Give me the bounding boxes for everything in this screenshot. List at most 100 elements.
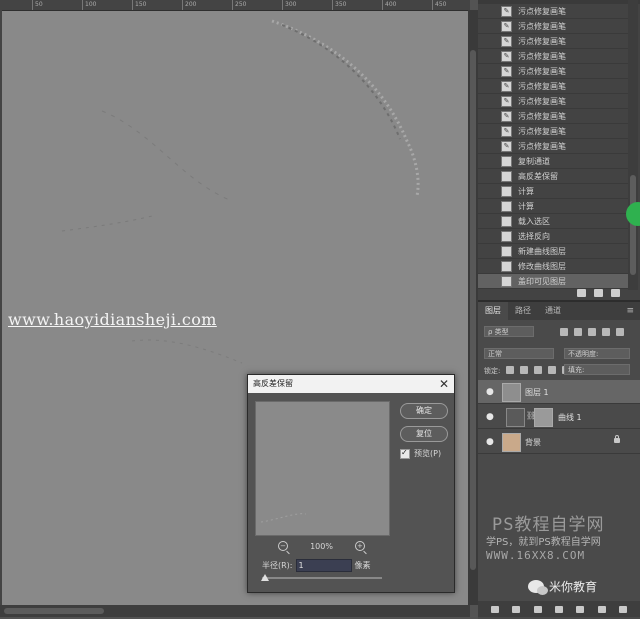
new-layer-icon[interactable] xyxy=(597,605,606,613)
lock-brush-icon[interactable] xyxy=(520,366,528,374)
history-item[interactable]: 载入选区 xyxy=(478,214,628,228)
tab-channels[interactable]: 通道 xyxy=(538,302,568,320)
scroll-thumb[interactable] xyxy=(4,608,104,614)
portrait-thumbnail xyxy=(502,433,521,452)
type-filter-icon[interactable] xyxy=(588,328,596,336)
tab-layers[interactable]: 图层 xyxy=(478,302,508,320)
shape-filter-icon[interactable] xyxy=(602,328,610,336)
ruler-tick: 50 xyxy=(32,0,43,10)
reset-button[interactable]: 复位 xyxy=(400,426,448,442)
dialog-title: 高反差保留 xyxy=(253,379,293,388)
layer-mask-thumbnail[interactable] xyxy=(534,408,553,427)
filter-icons xyxy=(560,328,624,336)
horizontal-ruler: 50 100 150 200 250 300 350 400 450 xyxy=(0,0,470,11)
tab-paths[interactable]: 路径 xyxy=(508,302,538,320)
history-item-label: 高反差保留 xyxy=(518,171,558,181)
document-icon xyxy=(501,230,512,242)
history-item[interactable]: ✎ 污点修复画笔 xyxy=(478,4,628,18)
smart-filter-icon[interactable] xyxy=(616,328,624,336)
history-scrollbar[interactable] xyxy=(628,0,638,290)
curves-adjustment-icon xyxy=(506,408,525,427)
history-item[interactable]: 计算 xyxy=(478,199,628,213)
eye-icon[interactable]: ● xyxy=(486,437,494,447)
preview-checkbox[interactable] xyxy=(400,448,410,459)
layer-row[interactable]: ● 图层 1 xyxy=(478,380,640,404)
zoom-controls: − 100% + xyxy=(255,541,388,551)
history-item[interactable]: 选择反向 xyxy=(478,229,628,243)
trash-icon[interactable] xyxy=(619,605,628,613)
add-mask-icon[interactable] xyxy=(533,605,542,613)
adjustment-layer-icon[interactable] xyxy=(554,605,563,613)
layer-row[interactable]: ● ⛓ 曲线 1 xyxy=(478,405,640,429)
history-item[interactable]: 高反差保留 xyxy=(478,169,628,183)
pixel-filter-icon[interactable] xyxy=(560,328,568,336)
vertical-scrollbar[interactable] xyxy=(468,10,478,605)
history-item[interactable]: 复制通道 xyxy=(478,154,628,168)
layer-row[interactable]: ● 背景 xyxy=(478,430,640,454)
preview-checkbox-row[interactable]: 预览(P) xyxy=(400,448,441,459)
brush-icon: ✎ xyxy=(501,65,512,77)
filter-preview[interactable] xyxy=(255,401,390,536)
history-item-label: 计算 xyxy=(518,201,534,211)
panel-menu-icon[interactable]: ≡ xyxy=(626,302,634,320)
radius-unit: 像素 xyxy=(354,561,371,570)
blend-mode-select[interactable]: 正常 xyxy=(484,348,554,359)
fill-field[interactable]: 填充: xyxy=(564,364,630,375)
history-footer xyxy=(478,285,628,300)
opacity-field[interactable]: 不透明度: xyxy=(564,348,630,359)
history-item[interactable]: ✎ 污点修复画笔 xyxy=(478,79,628,93)
history-item[interactable]: ✎ 污点修复画笔 xyxy=(478,19,628,33)
link-layers-icon[interactable] xyxy=(490,605,499,613)
history-item[interactable]: ✎ 污点修复画笔 xyxy=(478,139,628,153)
layer-name: 背景 xyxy=(525,438,541,447)
lock-artboard-icon[interactable] xyxy=(548,366,556,374)
scroll-thumb[interactable] xyxy=(470,50,476,570)
adjustment-filter-icon[interactable] xyxy=(574,328,582,336)
radius-input[interactable] xyxy=(295,559,352,572)
history-item[interactable]: ✎ 污点修复画笔 xyxy=(478,64,628,78)
watermark-slogan: 学PS，就到PS教程自学网 xyxy=(486,537,601,548)
preview-image xyxy=(260,513,307,523)
history-panel: ✎ 污点修复画笔 ✎ 污点修复画笔 ✎ 污点修复画笔 ✎ 污点修复画笔 ✎ 污点修复画笔 ✎ 污点修复… xyxy=(478,0,640,300)
history-item-label: 污点修复画笔 xyxy=(518,66,566,76)
high-pass-dialog: 高反差保留 ✕ 确定 复位 预览(P) − 100% + 半径(R): 像素 xyxy=(247,374,455,593)
lock-label: 锁定: xyxy=(484,367,501,375)
history-item-label: 污点修复画笔 xyxy=(518,141,566,151)
history-item[interactable]: 计算 xyxy=(478,184,628,198)
history-item[interactable]: ✎ 污点修复画笔 xyxy=(478,49,628,63)
brush-icon: ✎ xyxy=(501,5,512,17)
history-item-label: 污点修复画笔 xyxy=(518,6,566,16)
history-item-label: 复制通道 xyxy=(518,156,550,166)
dialog-titlebar[interactable]: 高反差保留 ✕ xyxy=(248,375,454,393)
ok-button[interactable]: 确定 xyxy=(400,403,448,419)
layer-name: 曲线 1 xyxy=(558,413,582,422)
horizontal-scrollbar[interactable] xyxy=(0,605,470,617)
history-item[interactable]: ✎ 污点修复画笔 xyxy=(478,34,628,48)
history-item[interactable]: 修改曲线图层 xyxy=(478,259,628,273)
slider-knob[interactable] xyxy=(261,574,269,581)
history-item-label: 污点修复画笔 xyxy=(518,36,566,46)
document-icon xyxy=(501,170,512,182)
history-item[interactable]: ✎ 污点修复画笔 xyxy=(478,124,628,138)
history-item-label: 新建曲线图层 xyxy=(518,246,566,256)
lock-pixels-icon[interactable] xyxy=(506,366,514,374)
lock-move-icon[interactable] xyxy=(534,366,542,374)
ruler-tick: 200 xyxy=(182,0,196,10)
radius-slider[interactable] xyxy=(261,574,382,581)
history-item[interactable]: 新建曲线图层 xyxy=(478,244,628,258)
close-icon[interactable]: ✕ xyxy=(439,375,449,393)
trash-icon[interactable] xyxy=(611,288,620,297)
eye-icon[interactable]: ● xyxy=(486,387,494,397)
history-item[interactable]: ✎ 污点修复画笔 xyxy=(478,94,628,108)
history-item[interactable]: ✎ 污点修复画笔 xyxy=(478,109,628,123)
ruler-tick: 350 xyxy=(332,0,346,10)
camera-icon[interactable] xyxy=(594,288,603,297)
fx-icon[interactable] xyxy=(512,605,521,613)
group-icon[interactable] xyxy=(576,605,585,613)
document-icon xyxy=(501,185,512,197)
zoom-out-icon[interactable]: − xyxy=(278,541,289,551)
eye-icon[interactable]: ● xyxy=(486,412,494,422)
zoom-in-icon[interactable]: + xyxy=(354,541,365,551)
layer-filter-input[interactable]: ρ 类型 xyxy=(484,326,534,337)
new-document-from-state-icon[interactable] xyxy=(577,288,586,297)
